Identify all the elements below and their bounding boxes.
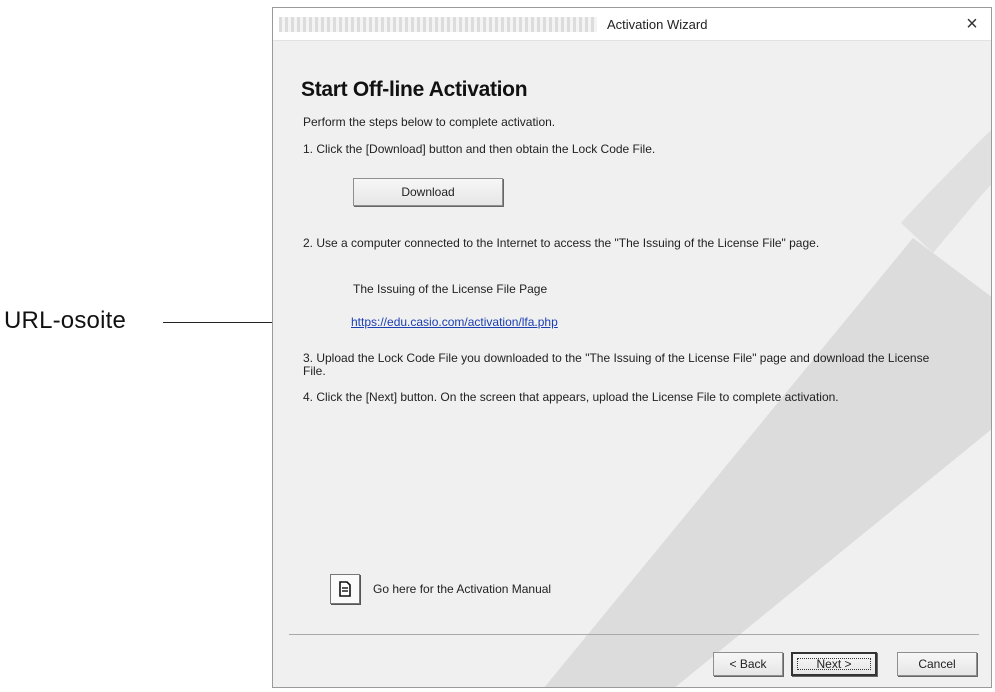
activation-manual-text: Go here for the Activation Manual	[373, 582, 552, 596]
download-button[interactable]: Download	[353, 178, 503, 206]
back-button[interactable]: < Back	[713, 652, 783, 676]
footer-separator	[289, 634, 979, 635]
license-url-link[interactable]: https://edu.casio.com/activation/lfa.php	[351, 315, 558, 329]
step-4-text: 4. Click the [Next] button. On the scree…	[303, 390, 839, 404]
intro-text: Perform the steps below to complete acti…	[303, 115, 556, 129]
next-button[interactable]: Next >	[791, 652, 877, 676]
step-2-text: 2. Use a computer connected to the Inter…	[303, 236, 820, 250]
step-1-text: 1. Click the [Download] button and then …	[303, 142, 656, 156]
page-heading: Start Off-line Activation	[301, 78, 528, 101]
step-3-text-line-1: 3. Upload the Lock Code File you downloa…	[303, 351, 930, 365]
cancel-button[interactable]: Cancel	[897, 652, 977, 676]
next-button-label: Next >	[816, 657, 852, 671]
document-icon	[339, 581, 351, 597]
activation-wizard-window: Activation Wizard × Start Off-line Activ…	[272, 7, 992, 688]
callout-label: URL-osoite	[4, 307, 127, 334]
activation-manual-button[interactable]	[330, 574, 360, 604]
license-page-label: The Issuing of the License File Page	[353, 282, 548, 296]
step-3-text-line-2: File.	[303, 364, 326, 378]
